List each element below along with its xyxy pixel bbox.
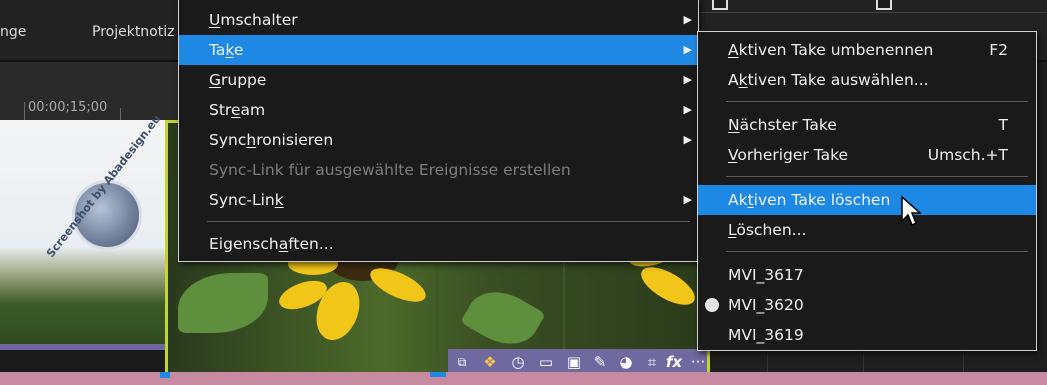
chevron-right-icon: ▶ [683,13,692,26]
menu-item-synchronisieren[interactable]: Synchronisieren ▶ [179,125,698,155]
menu-separator [726,101,1028,102]
chevron-right-icon: ▶ [683,73,692,86]
menu-separator [726,176,1028,177]
more-icon[interactable]: ··· [134,347,154,350]
envelope-icon[interactable]: ✎ [590,352,610,372]
more-icon[interactable]: ··· [688,352,707,372]
menu-item-stream[interactable]: Stream ▶ [179,95,698,125]
marker-icon[interactable] [160,372,170,378]
menu-item-sync-link-erstellen[interactable]: Sync-Link für ausgewählte Ereignisse ers… [179,155,698,185]
fx-icon[interactable]: fx [106,347,126,350]
menu-separator [207,221,690,222]
ruler-timecode: 00:00;15;00 [28,100,108,115]
submenu-item-take-mvi-3620[interactable]: MVI_3620 [698,290,1036,320]
menu-item-eigenschaften[interactable]: Eigenschaften... [179,229,698,259]
envelope-icon[interactable]: ◕ [50,347,70,350]
sunflower-petal [365,261,431,309]
leaf [460,278,546,358]
marker-icon[interactable] [430,372,446,377]
pan-crop-icon[interactable]: ▣ [0,347,20,350]
submenu-item-vorheriger-take[interactable]: Vorheriger Take Umsch.+T [698,140,1036,170]
clock-icon[interactable]: ◕ [616,352,636,372]
pan-crop-icon[interactable]: ▣ [564,352,584,372]
menu-item-sync-link[interactable]: Sync-Link ▶ [179,185,698,215]
chevron-right-icon: ▶ [683,133,692,146]
ruler-tick [120,108,121,120]
divider [700,12,1047,13]
menu-item-umschalter[interactable]: Umschalter ▶ [179,5,698,35]
chevron-right-icon: ▶ [683,43,692,56]
clock-icon[interactable]: ◷ [508,352,528,372]
crop-icon[interactable]: ⌗ [78,347,98,350]
leaf [178,273,268,333]
chevron-right-icon: ▶ [683,103,692,116]
checkbox-icon[interactable] [712,0,728,10]
take-submenu: Aktiven Take umbenennen F2 Aktiven Take … [697,31,1037,351]
audio-track-strip[interactable] [0,372,1047,385]
shortcut-label: F2 [989,41,1008,59]
submenu-item-loeschen[interactable]: Löschen... [698,215,1036,245]
pan-crop-icon[interactable]: ▭ [536,352,556,372]
crop-icon[interactable]: ⌗ [642,352,662,372]
chevron-right-icon: ▶ [683,193,692,206]
shortcut-label: T [998,116,1008,134]
watermark: Screenshot by Abadesign.eu [44,112,170,280]
media-fx-icon[interactable]: ❖ [480,352,500,372]
mouse-cursor-icon [901,195,922,227]
tab-projektnotizen[interactable]: Projektnotiz [92,24,174,40]
checkbox-icon[interactable] [876,0,892,10]
menu-separator [726,251,1028,252]
sunflower-petal [635,259,701,313]
radio-selected-icon [705,298,719,312]
submenu-item-naechster-take[interactable]: Nächster Take T [698,110,1036,140]
submenu-item-take-mvi-3619[interactable]: MVI_3619 [698,320,1036,350]
submenu-item-take-umbenennen[interactable]: Aktiven Take umbenennen F2 [698,35,1036,65]
context-menu: Umschalter ▶ Take ▶ Gruppe ▶ Stream ▶ Sy… [178,0,699,262]
menu-item-take[interactable]: Take ▶ [179,35,698,65]
fx-icon[interactable]: fx [664,352,684,372]
tab-partial[interactable]: nge [0,24,26,40]
ruler-tick [24,102,25,120]
shortcut-label: Umsch.+T [927,146,1008,164]
event-fx-icon[interactable]: ✎ [22,347,42,350]
clip-toolbar: ▣ ✎ ◕ ⌗ fx ··· [0,344,165,350]
submenu-item-take-auswaehlen[interactable]: Aktiven Take auswählen... [698,65,1036,95]
event-fx-icon[interactable]: ⧉ [452,352,472,372]
submenu-item-take-mvi-3617[interactable]: MVI_3617 [698,260,1036,290]
menu-item-gruppe[interactable]: Gruppe ▶ [179,65,698,95]
submenu-item-take-loeschen[interactable]: Aktiven Take löschen [698,185,1036,215]
